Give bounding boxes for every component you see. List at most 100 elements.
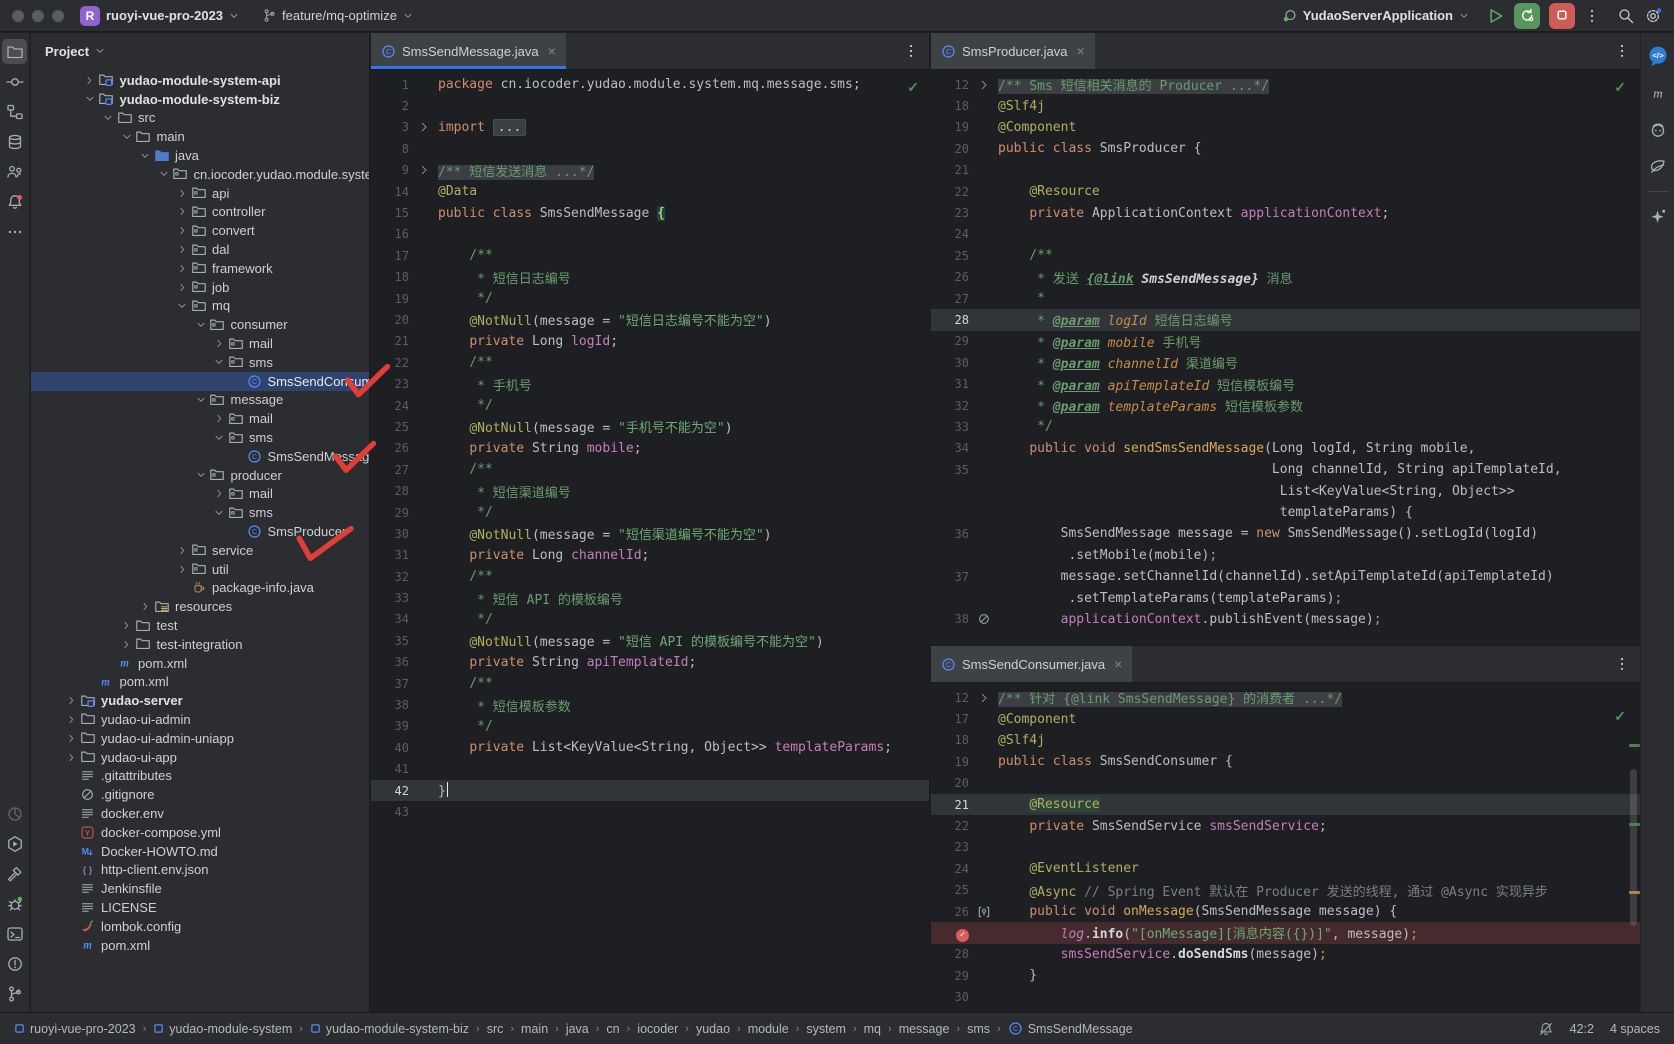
line-number[interactable]: 29 <box>931 334 973 348</box>
line-number[interactable]: 21 <box>931 163 973 177</box>
line-number[interactable]: 42 <box>371 784 413 798</box>
chevron-right-icon[interactable] <box>63 733 79 744</box>
chevron-right-icon[interactable] <box>174 225 190 236</box>
chevron-right-icon[interactable] <box>211 338 227 349</box>
code-line[interactable]: 9/** 短信发送消息 ...*/ <box>371 160 929 181</box>
code-line[interactable]: 2 <box>371 95 929 116</box>
chevron-down-icon[interactable] <box>119 131 135 143</box>
line-number[interactable]: 26 <box>371 441 413 455</box>
chevron-right-icon[interactable] <box>174 206 190 217</box>
chevron-right-icon[interactable] <box>174 282 190 293</box>
tree-item-smssendmessage[interactable]: C SmsSendMessage <box>31 447 369 466</box>
breadcrumb-item[interactable]: mq <box>864 1022 881 1036</box>
chevron-down-icon[interactable] <box>211 507 227 519</box>
code-line[interactable]: 30 @NotNull(message = "短信渠道编号不能为空") <box>371 523 929 544</box>
tree-item-smssendconsumer[interactable]: C SmsSendConsumer <box>31 372 369 391</box>
chevron-right-icon[interactable] <box>82 75 98 86</box>
line-number[interactable]: 17 <box>931 712 973 726</box>
tree-item-yudao-module-system-biz[interactable]: yudao-module-system-biz <box>31 90 369 109</box>
code-line[interactable]: 25 /** <box>931 245 1640 266</box>
line-number[interactable]: 22 <box>931 819 973 833</box>
tree-item-service[interactable]: service <box>31 541 369 560</box>
line-number[interactable]: 43 <box>371 805 413 819</box>
fold-arrow-icon[interactable] <box>413 121 435 133</box>
line-number[interactable]: 28 <box>931 313 973 327</box>
project-panel-header[interactable]: Project <box>31 33 369 69</box>
commit-icon[interactable] <box>2 69 27 94</box>
tree-item-yudao-ui-admin-uniapp[interactable]: yudao-ui-admin-uniapp <box>31 729 369 748</box>
code-line[interactable]: .setMobile(mobile); <box>931 545 1640 566</box>
tab-options-kebab-icon[interactable] <box>1614 43 1630 59</box>
code-line[interactable]: 14@Data <box>371 181 929 202</box>
code-line[interactable]: 18@Slf4j <box>931 730 1640 751</box>
tree-item-java[interactable]: java <box>31 146 369 165</box>
fold-arrow-icon[interactable] <box>413 164 435 176</box>
line-number[interactable]: 25 <box>931 883 973 897</box>
line-number[interactable]: 23 <box>371 377 413 391</box>
tree-item-message[interactable]: message <box>31 391 369 410</box>
tree-item-test[interactable]: test <box>31 616 369 635</box>
line-number[interactable]: 32 <box>931 399 973 413</box>
line-number[interactable]: 24 <box>931 227 973 241</box>
code-line[interactable]: 24 */ <box>371 395 929 416</box>
fold-arrow-icon[interactable] <box>973 692 995 704</box>
minimize-traffic-icon[interactable] <box>32 10 44 22</box>
services-icon[interactable] <box>2 831 27 856</box>
tree-item-mq[interactable]: mq <box>31 297 369 316</box>
tab-smssendconsumer[interactable]: C SmsSendConsumer.java × <box>931 646 1132 682</box>
code-line[interactable]: 20public class SmsProducer { <box>931 138 1640 159</box>
line-number[interactable]: 12 <box>931 78 973 92</box>
tree-item-mail[interactable]: mail <box>31 485 369 504</box>
ai-chat-icon[interactable]: </> <box>1645 43 1670 68</box>
chevron-down-icon[interactable] <box>193 319 209 331</box>
chevron-down-icon[interactable] <box>174 300 190 312</box>
code-editor-smsproducer[interactable]: 12/** Sms 短信相关消息的 Producer ...*/18@Slf4j… <box>931 70 1640 645</box>
line-number[interactable]: 22 <box>371 356 413 370</box>
more-kebab-icon[interactable] <box>1584 8 1600 24</box>
chevron-down-icon[interactable] <box>100 112 116 124</box>
terminal-icon[interactable] <box>2 921 27 946</box>
code-line[interactable]: 28 smsSendService.doSendSms(message); <box>931 944 1640 965</box>
line-number[interactable]: 19 <box>931 755 973 769</box>
chevron-right-icon[interactable] <box>63 752 79 763</box>
tree-item-sms[interactable]: sms <box>31 503 369 522</box>
breadcrumb-item[interactable]: java <box>566 1022 589 1036</box>
code-line[interactable]: 22 @Resource <box>931 181 1640 202</box>
tree-item-sms[interactable]: sms <box>31 428 369 447</box>
code-line[interactable]: 23 private ApplicationContext applicatio… <box>931 202 1640 223</box>
line-number[interactable]: 23 <box>931 206 973 220</box>
line-number[interactable]: 24 <box>931 862 973 876</box>
line-number[interactable]: 39 <box>371 719 413 733</box>
breadcrumb-item[interactable]: cn <box>606 1022 619 1036</box>
tree-item-lombok-config[interactable]: lombok.config <box>31 917 369 936</box>
line-number[interactable]: 20 <box>931 142 973 156</box>
code-line[interactable]: 36 SmsSendMessage message = new SmsSendM… <box>931 523 1640 544</box>
tree-item-main[interactable]: main <box>31 127 369 146</box>
code-line[interactable]: 33 * 短信 API 的模板编号 <box>371 587 929 608</box>
code-line[interactable]: 19 */ <box>371 288 929 309</box>
line-number[interactable]: 28 <box>931 947 973 961</box>
code-line[interactable]: 15public class SmsSendMessage { <box>371 202 929 223</box>
line-number[interactable]: 9 <box>371 163 413 177</box>
code-editor-smssendmessage[interactable]: 1package cn.iocoder.yudao.module.system.… <box>371 70 929 1012</box>
chevron-right-icon[interactable] <box>174 564 190 575</box>
code-line[interactable]: 8 <box>371 138 929 159</box>
code-line[interactable]: 20 <box>931 773 1640 794</box>
notifications-bell-icon[interactable] <box>2 189 27 214</box>
tree-item-job[interactable]: job <box>31 278 369 297</box>
code-line[interactable]: 18@Slf4j <box>931 95 1640 116</box>
code-line[interactable]: 23 * 手机号 <box>371 373 929 394</box>
problems-icon[interactable] <box>2 951 27 976</box>
inspection-ok-icon[interactable]: ✓ <box>1614 79 1626 96</box>
line-number[interactable]: 8 <box>371 142 413 156</box>
tree-item-license[interactable]: LICENSE <box>31 898 369 917</box>
line-number[interactable]: 14 <box>371 185 413 199</box>
chevron-right-icon[interactable] <box>174 188 190 199</box>
structure-icon[interactable] <box>2 99 27 124</box>
tree-item-pom-xml[interactable]: m pom.xml <box>31 673 369 692</box>
fold-arrow-icon[interactable] <box>973 79 995 91</box>
tree-item-convert[interactable]: convert <box>31 221 369 240</box>
tree-item-controller[interactable]: controller <box>31 203 369 222</box>
line-number[interactable]: 29 <box>371 506 413 520</box>
code-line[interactable]: 28 * 短信渠道编号 <box>371 480 929 501</box>
